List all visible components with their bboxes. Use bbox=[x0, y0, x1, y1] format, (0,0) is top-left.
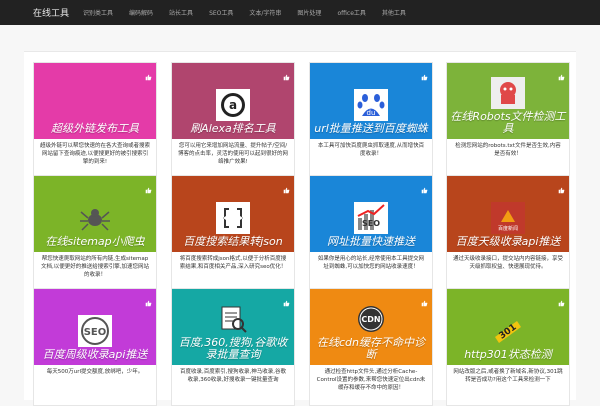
thumbs-up-icon[interactable] bbox=[145, 292, 152, 307]
seo-circle-icon: SEO bbox=[78, 315, 112, 347]
thumbs-up-icon[interactable] bbox=[421, 292, 428, 307]
tool-card-title[interactable]: url批量推送到百度蜘蛛 bbox=[311, 123, 431, 135]
tool-card-thumbnail[interactable]: 在线sitemap小爬虫 bbox=[34, 176, 156, 252]
cdn-icon: CDN bbox=[354, 303, 388, 335]
thumbs-up-icon[interactable] bbox=[421, 179, 428, 194]
baidu-paw-icon: du bbox=[354, 89, 388, 121]
tool-card-thumbnail[interactable]: 百度,360,搜狗,谷歌收录批量查询 bbox=[172, 289, 294, 365]
nav-item-image[interactable]: 图片处理 bbox=[297, 8, 321, 17]
301-sign-icon: 301 bbox=[491, 315, 525, 347]
tool-card-description: 通过检查http文件头,通过分析Cache-Control设置的参数,来帮您快速… bbox=[316, 369, 426, 391]
alexa-icon: a bbox=[216, 89, 250, 121]
tool-card-thumbnail[interactable]: CDN 在线cdn缓存不命中诊断 bbox=[310, 289, 432, 365]
tool-card-thumbnail[interactable]: 在线Robots文件检测工具 bbox=[447, 63, 569, 139]
tool-card-description: 检测您网站的robots.txt文件是否生效,内容是否有效！ bbox=[455, 143, 561, 157]
tool-card-thumbnail[interactable]: 百度新闻百度天级收录api推送 bbox=[447, 176, 569, 252]
tool-card[interactable]: 百度,360,搜狗,谷歌收录批量查询百度收录,百度索引,搜狗收录,神马收录,谷歌… bbox=[171, 288, 295, 406]
thumbs-up-icon[interactable] bbox=[145, 179, 152, 194]
tool-card-title[interactable]: 在线Robots文件检测工具 bbox=[447, 111, 569, 135]
tool-card-description: 将百度搜索转成json格式,以便于分析百度搜索结果,和百度相关产品,深入研究se… bbox=[179, 256, 287, 270]
tool-card-title[interactable]: 百度,360,搜狗,谷歌收录批量查询 bbox=[172, 337, 294, 361]
tool-card-title[interactable]: 刷Alexa排名工具 bbox=[187, 123, 279, 135]
tool-card-thumbnail[interactable]: 301 http301状态检测 bbox=[447, 289, 569, 365]
nav-item-recognition[interactable]: 识别类工具 bbox=[83, 8, 113, 17]
thumbs-up-icon[interactable] bbox=[283, 179, 290, 194]
tool-card-thumbnail[interactable]: a 刷Alexa排名工具 bbox=[172, 63, 294, 139]
search-doc-icon bbox=[216, 303, 250, 335]
thumbs-up-icon[interactable] bbox=[558, 179, 565, 194]
tool-grid: 超级外链发布工具超级外链可以帮您快速的在各大查询或者搜索网站留下查询痕迹,以便搜… bbox=[24, 51, 576, 406]
tool-card[interactable]: SEO 百度周级收录api推送每天500万url提交额度,放绑吧，少年。 bbox=[33, 288, 157, 406]
tool-card-description: 每天500万url提交额度,放绑吧，少年。 bbox=[46, 369, 144, 375]
brand-link[interactable]: 在线工具 bbox=[33, 6, 69, 19]
tool-card-description: 超级外链可以帮您快速的在各大查询或者搜索网站留下查询痕迹,以便搜更好的被引搜索引… bbox=[40, 143, 151, 165]
thumbs-up-icon[interactable] bbox=[283, 292, 290, 307]
nav-item-text[interactable]: 文本/字符串 bbox=[249, 8, 281, 17]
svg-text:百度新闻: 百度新闻 bbox=[498, 225, 518, 232]
tool-card-description: 网站改版之后,或者换了新域名,新协议,301跳转是否成功?用这个工具来检测一下 bbox=[453, 369, 563, 383]
tool-card-title[interactable]: 在线sitemap小爬虫 bbox=[42, 236, 147, 248]
tool-card[interactable]: 在线Robots文件检测工具检测您网站的robots.txt文件是否生效,内容是… bbox=[446, 62, 570, 180]
tool-card-thumbnail[interactable]: SEO 网址批量快速推送 bbox=[310, 176, 432, 252]
tool-card-thumbnail[interactable]: du url批量推送到百度蜘蛛 bbox=[310, 63, 432, 139]
tool-card-thumbnail[interactable]: 百度搜索结果转json bbox=[172, 176, 294, 252]
robot-icon bbox=[491, 77, 525, 109]
nav-item-webmaster[interactable]: 站长工具 bbox=[169, 8, 193, 17]
seo-chart-icon: SEO bbox=[354, 202, 388, 234]
tool-card-title[interactable]: 百度搜索结果转json bbox=[180, 236, 286, 248]
tool-card-title[interactable]: 超级外链发布工具 bbox=[48, 123, 142, 135]
tool-card[interactable]: a 刷Alexa排名工具您可以用它来增加网站流量、提升帖子/空间/博客的点击率，灵… bbox=[171, 62, 295, 180]
baidu-news-icon: 百度新闻 bbox=[491, 202, 525, 234]
tool-card-description: 本工具可加快百度爬虫抓取速度,从而增快百度收录！ bbox=[317, 143, 425, 157]
svg-text:du: du bbox=[367, 109, 376, 117]
tool-card[interactable]: CDN 在线cdn缓存不命中诊断 通过检查http文件头,通过分析Cache-Con… bbox=[309, 288, 433, 406]
nav-item-encoding[interactable]: 编码解码 bbox=[129, 8, 153, 17]
tool-card-description: 百度收录,百度索引,搜狗收录,神马收录,谷歌收录,360收录,好搜收录一键批量查… bbox=[180, 369, 286, 383]
tool-card-description: 如果你是用心的站长,经常使用本工具提交网址到蜘蛛,可以加快您的网站收录速度！ bbox=[317, 256, 425, 270]
tool-card-title[interactable]: 百度天级收录api推送 bbox=[453, 236, 564, 248]
json-icon bbox=[216, 202, 250, 234]
nav-item-office[interactable]: office工具 bbox=[337, 8, 365, 17]
svg-text:CDN: CDN bbox=[361, 315, 380, 324]
tool-card-title[interactable]: http301状态检测 bbox=[461, 349, 555, 361]
tool-card-title[interactable]: 百度周级收录api推送 bbox=[40, 349, 151, 361]
thumbs-up-icon[interactable] bbox=[283, 66, 290, 81]
svg-text:SEO: SEO bbox=[84, 327, 107, 338]
tool-card[interactable]: 超级外链发布工具超级外链可以帮您快速的在各大查询或者搜索网站留下查询痕迹,以便搜… bbox=[33, 62, 157, 180]
thumbs-up-icon[interactable] bbox=[145, 66, 152, 81]
tool-card-thumbnail[interactable]: 超级外链发布工具 bbox=[34, 63, 156, 139]
tool-card-description: 通过天级收录接口，提交站内内容链接，享受天级抓取权益、快速展现优待。 bbox=[453, 256, 564, 270]
tool-card-title[interactable]: 网址批量快速推送 bbox=[324, 236, 418, 248]
top-navbar: 在线工具 识别类工具 编码解码 站长工具 SEO工具 文本/字符串 图片处理 o… bbox=[0, 0, 600, 25]
svg-text:a: a bbox=[229, 98, 237, 112]
tool-card[interactable]: 在线sitemap小爬虫帮您快速爬取网站的所有内链,生成sitemap文档,以便… bbox=[33, 175, 157, 293]
tool-card[interactable]: 百度搜索结果转json 将百度搜索转成json格式,以便于分析百度搜索结果,和百度… bbox=[171, 175, 295, 293]
tool-card-title[interactable]: 在线cdn缓存不命中诊断 bbox=[310, 337, 432, 361]
tool-card[interactable]: SEO 网址批量快速推送 如果你是用心的站长,经常使用本工具提交网址到蜘蛛,可以加快… bbox=[309, 175, 433, 293]
nav-item-seo[interactable]: SEO工具 bbox=[209, 8, 233, 17]
svg-text:SEO: SEO bbox=[362, 219, 380, 228]
tool-card[interactable]: 301 http301状态检测 网站改版之后,或者换了新域名,新协议,301跳转是否… bbox=[446, 288, 570, 406]
tool-card-thumbnail[interactable]: SEO 百度周级收录api推送 bbox=[34, 289, 156, 365]
spider-icon bbox=[78, 202, 112, 234]
tool-card[interactable]: du url批量推送到百度蜘蛛 本工具可加快百度爬虫抓取速度,从而增快百度收录！ bbox=[309, 62, 433, 180]
thumbs-up-icon[interactable] bbox=[558, 66, 565, 81]
tool-card-description: 帮您快速爬取网站的所有内链,生成sitemap文档,以便更好的推送给搜索引擎,加… bbox=[41, 256, 149, 278]
tool-card[interactable]: 百度新闻百度天级收录api推送 通过天级收录接口，提交站内内容链接，享受天级抓取权… bbox=[446, 175, 570, 293]
thumbs-up-icon[interactable] bbox=[558, 292, 565, 307]
tool-card-description: 您可以用它来增加网站流量、提升帖子/空间/博客的点击率，灵活的使用可以起到很好的… bbox=[178, 143, 289, 165]
thumbs-up-icon[interactable] bbox=[421, 66, 428, 81]
nav-item-other[interactable]: 其他工具 bbox=[382, 8, 406, 17]
